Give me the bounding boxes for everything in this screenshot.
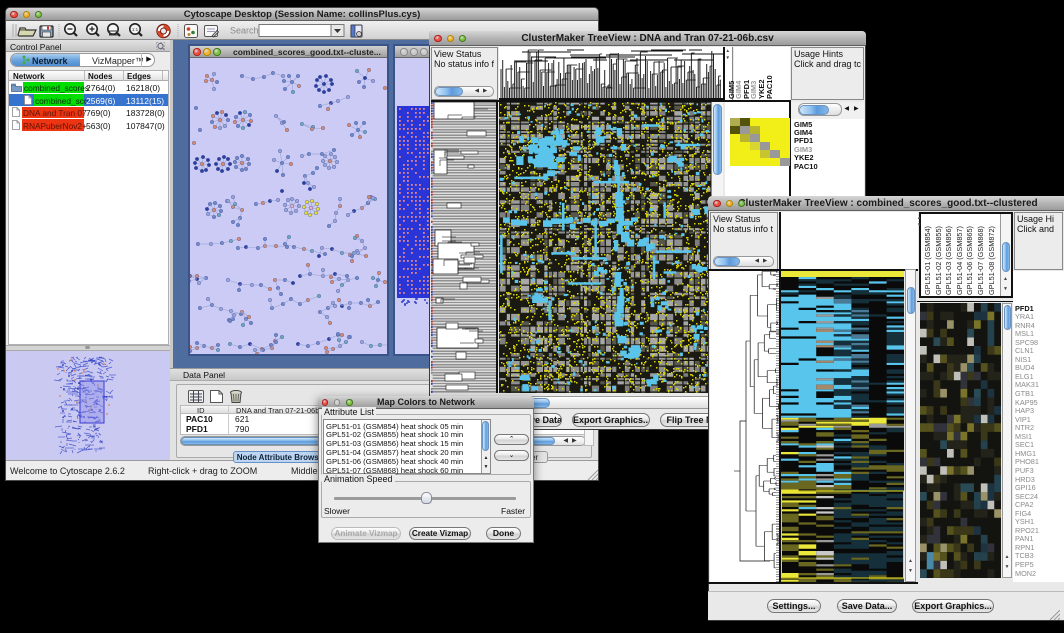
svg-text:Search:: Search: bbox=[230, 26, 261, 36]
svg-text:1:1: 1:1 bbox=[132, 27, 139, 32]
